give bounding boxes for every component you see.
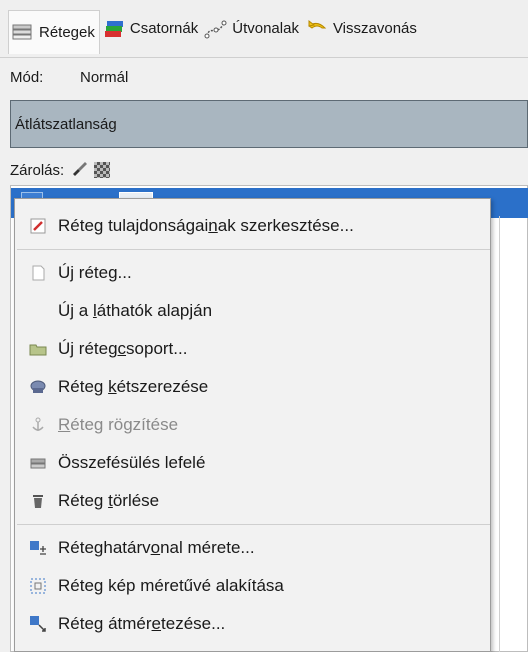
mode-row: Mód: Normál (0, 60, 528, 94)
lock-label: Zárolás: (10, 161, 65, 179)
menu-item-scale[interactable]: Réteg átméretezése... (15, 605, 490, 643)
tab-channels-label: Csatornák (129, 20, 199, 37)
dock-tabbar: Rétegek Csatornák Útvonalak Visszavonás (0, 0, 528, 58)
menu-item-label: Összefésülés lefelé (58, 453, 206, 472)
trash-icon (27, 490, 49, 512)
lock-pixels-brush-icon[interactable] (70, 160, 88, 180)
tab-undo-history[interactable]: Visszavonás (303, 9, 421, 49)
mode-select[interactable]: Normál (80, 69, 128, 86)
edit-icon (27, 215, 49, 237)
tab-layers-label: Rétegek (39, 23, 95, 41)
menu-item-anchor: Réteg rögzítése (15, 406, 490, 444)
folder-icon (27, 338, 49, 360)
paths-icon (204, 18, 228, 40)
layers-context-menu: Réteg tulajdonságainak szerkesztése... Ú… (14, 198, 491, 652)
menu-item-layer-to-image-size[interactable]: Réteg kép méretűvé alakítása (15, 567, 490, 605)
menu-item-duplicate[interactable]: Réteg kétszerezése (15, 368, 490, 406)
menu-item-label: Réteg törlése (58, 491, 160, 510)
anchor-icon (27, 414, 49, 436)
list-column-divider (499, 216, 500, 652)
menu-item-new-group[interactable]: Új rétegcsoport... (15, 330, 490, 368)
menu-item-merge-down[interactable]: Összefésülés lefelé (15, 444, 490, 482)
undo-history-icon (305, 18, 329, 40)
merge-down-icon (27, 452, 49, 474)
menu-separator (17, 524, 490, 525)
scale-layer-icon (27, 613, 49, 635)
tab-layers[interactable]: Rétegek (8, 9, 100, 54)
menu-item-new-layer[interactable]: Új réteg... (15, 254, 490, 292)
opacity-slider[interactable]: Átlátszatlanság (10, 100, 528, 148)
opacity-label: Átlátszatlanság (15, 115, 117, 133)
menu-item-label: Új rétegcsoport... (58, 339, 188, 358)
menu-item-label: Réteg tulajdonságainak szerkesztése... (58, 216, 354, 235)
tab-channels[interactable]: Csatornák (100, 9, 202, 49)
menu-item-label: Réteghatárvonal mérete... (58, 538, 255, 557)
lock-row: Zárolás: (0, 155, 528, 185)
menu-item-label: Réteg átméretezése... (58, 614, 226, 633)
lock-alpha-checker-icon[interactable] (94, 162, 111, 178)
mode-label: Mód: (10, 68, 44, 86)
duplicate-icon (27, 376, 49, 398)
menu-item-delete[interactable]: Réteg törlése (15, 482, 490, 520)
tab-paths-label: Útvonalak (232, 20, 299, 37)
channels-icon (102, 18, 126, 40)
boundary-size-icon (27, 537, 49, 559)
menu-item-label: Réteg kétszerezése (58, 377, 209, 396)
menu-item-boundary-size[interactable]: Réteghatárvonal mérete... (15, 529, 490, 567)
new-layer-icon (27, 262, 49, 284)
menu-item-label: Új réteg... (58, 263, 132, 282)
menu-item-label: Réteg kép méretűvé alakítása (58, 576, 284, 595)
menu-item-label: Réteg rögzítése (58, 415, 179, 434)
tab-paths[interactable]: Útvonalak (202, 9, 303, 49)
menu-separator (17, 249, 490, 250)
menu-item-label: Új a láthatók alapján (58, 301, 213, 320)
tab-undo-history-label: Visszavonás (332, 20, 417, 37)
layers-icon (11, 21, 35, 43)
blank-icon-slot (27, 300, 49, 322)
layer-to-image-size-icon (27, 575, 49, 597)
menu-item-new-from-visible[interactable]: Új a láthatók alapján (15, 292, 490, 330)
menu-item-edit-attributes[interactable]: Réteg tulajdonságainak szerkesztése... (15, 207, 490, 245)
